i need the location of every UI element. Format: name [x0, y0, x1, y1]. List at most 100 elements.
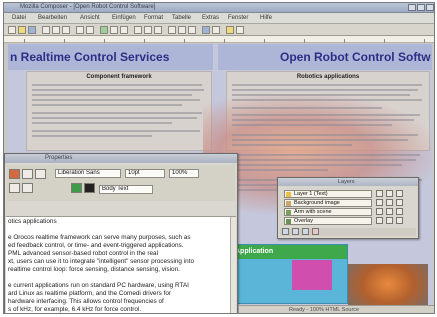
layers-titlebar[interactable]: Layers — [278, 178, 418, 186]
eye-icon[interactable] — [376, 217, 383, 224]
new-document-icon[interactable] — [8, 26, 16, 34]
layer-row[interactable]: Overlay — [284, 217, 372, 225]
align-center-icon[interactable] — [178, 26, 186, 34]
move-up-icon[interactable] — [292, 228, 299, 235]
left-arrow-icon[interactable] — [9, 183, 20, 193]
layer-swatch — [286, 192, 291, 197]
menu-item-file[interactable]: Datei — [12, 15, 26, 21]
right-page-heading: Open Robot Control Softw — [280, 50, 431, 64]
zoom-field[interactable]: 100% — [169, 169, 199, 178]
text-line: s of kHz, for example, 6.4 kHz for force… — [8, 306, 142, 313]
menu-bar: Datei Bearbeiten Ansicht Einfügen Format… — [4, 13, 434, 24]
link-icon[interactable] — [396, 217, 403, 224]
status-text: Ready - 100% HTML Source — [289, 307, 360, 313]
delete-layer-icon[interactable] — [312, 228, 319, 235]
text-icon[interactable] — [35, 169, 46, 179]
link-icon[interactable] — [396, 208, 403, 215]
layer-row[interactable]: Arm with scene — [284, 208, 372, 216]
font-family-field[interactable]: Liberation Sans — [55, 169, 121, 178]
left-column: Component framework — [26, 71, 212, 151]
maximize-button[interactable] — [417, 4, 425, 11]
text-line: PML advanced sensor-based robot control … — [8, 250, 159, 257]
menu-item-table[interactable]: Tabelle — [172, 15, 191, 21]
table-icon[interactable] — [120, 26, 128, 34]
menu-item-tools[interactable]: Extras — [202, 15, 219, 21]
save-icon[interactable] — [28, 26, 36, 34]
layer-row[interactable]: Layer 1 (Text) — [284, 190, 372, 198]
italic-icon[interactable] — [144, 26, 152, 34]
underline-icon[interactable] — [154, 26, 162, 34]
eye-icon[interactable] — [376, 199, 383, 206]
text-line: hardware interfacing. This allows contro… — [8, 298, 164, 305]
menu-item-insert[interactable]: Einfügen — [112, 15, 136, 21]
right-column-heading: Robotics applications — [296, 74, 360, 80]
desktop-screen: Mozilla Composer - [Open Robot Control S… — [3, 2, 435, 314]
layer-row[interactable]: Background image — [284, 199, 372, 207]
menu-item-window[interactable]: Fenster — [228, 15, 248, 21]
right-arrow-icon[interactable] — [22, 183, 33, 193]
undo-icon[interactable] — [76, 26, 84, 34]
lock-icon[interactable] — [386, 217, 393, 224]
properties-titlebar[interactable]: Properties — [5, 154, 237, 163]
application-heading: Application — [235, 248, 274, 255]
minimize-button[interactable] — [408, 4, 416, 11]
menu-item-view[interactable]: Ansicht — [80, 15, 100, 21]
indent-icon[interactable] — [212, 26, 220, 34]
properties-title: Properties — [45, 155, 73, 161]
bold-icon[interactable] — [134, 26, 142, 34]
horizontal-ruler — [4, 36, 434, 43]
layers-dialog[interactable]: Layers Layer 1 (Text) Background image A… — [277, 177, 419, 239]
text-line: realtime control loop: force sensing, di… — [8, 266, 180, 273]
status-bar: Ready - 100% HTML Source — [239, 305, 434, 313]
properties-text-area[interactable]: otics applications e Orocos realtime fra… — [6, 216, 236, 313]
align-right-icon[interactable] — [188, 26, 196, 34]
lock-icon[interactable] — [386, 208, 393, 215]
list-icon[interactable] — [202, 26, 210, 34]
color-swatch-icon[interactable] — [84, 183, 95, 193]
text-line: otics applications — [8, 218, 57, 225]
properties-toolbar: Liberation Sans 10pt 100% Body Text — [7, 165, 235, 201]
new-layer-icon[interactable] — [282, 228, 289, 235]
eye-icon[interactable] — [376, 190, 383, 197]
paragraph-style-field[interactable]: Body Text — [99, 185, 153, 194]
layer-swatch — [286, 201, 291, 206]
text-line: e current applications run on standard P… — [8, 282, 189, 289]
left-column-heading: Component framework — [86, 74, 152, 80]
arrow-icon[interactable] — [22, 169, 33, 179]
layers-title: Layers — [338, 179, 355, 185]
text-line: xt, users can use it to integrate "intel… — [8, 258, 195, 265]
menu-item-help[interactable]: Hilfe — [260, 15, 272, 21]
lock-icon[interactable] — [386, 199, 393, 206]
link-icon[interactable] — [100, 26, 108, 34]
vertical-scrollbar[interactable] — [230, 217, 236, 313]
preview-icon[interactable] — [236, 26, 244, 34]
menu-item-format[interactable]: Format — [144, 15, 163, 21]
layers-footer — [280, 228, 416, 236]
paste-icon[interactable] — [62, 26, 70, 34]
lock-icon[interactable] — [386, 190, 393, 197]
menu-item-edit[interactable]: Bearbeiten — [38, 15, 67, 21]
copy-icon[interactable] — [52, 26, 60, 34]
window-title: Mozilla Composer - [Open Robot Control S… — [20, 4, 156, 10]
redo-icon[interactable] — [86, 26, 94, 34]
link-icon[interactable] — [396, 190, 403, 197]
text-line: ed feedback control, or time- and event-… — [8, 242, 184, 249]
open-folder-icon[interactable] — [18, 26, 26, 34]
image-icon[interactable] — [110, 26, 118, 34]
layer-label: Overlay — [294, 218, 313, 224]
up-arrow-icon[interactable] — [71, 183, 82, 193]
eye-icon[interactable] — [376, 208, 383, 215]
close-button[interactable] — [426, 4, 434, 11]
cut-icon[interactable] — [42, 26, 50, 34]
main-toolbar — [4, 24, 434, 36]
layer-swatch — [286, 219, 291, 224]
record-icon[interactable] — [9, 169, 20, 179]
text-line: ard Linux as realtime platform, and the … — [8, 290, 172, 297]
link-icon[interactable] — [396, 199, 403, 206]
layer-label: Arm with scene — [294, 209, 332, 215]
color-icon[interactable] — [226, 26, 234, 34]
properties-window[interactable]: Properties Liberation Sans 10pt 100% Bod… — [4, 153, 238, 313]
align-left-icon[interactable] — [168, 26, 176, 34]
move-down-icon[interactable] — [302, 228, 309, 235]
font-size-field[interactable]: 10pt — [125, 169, 165, 178]
